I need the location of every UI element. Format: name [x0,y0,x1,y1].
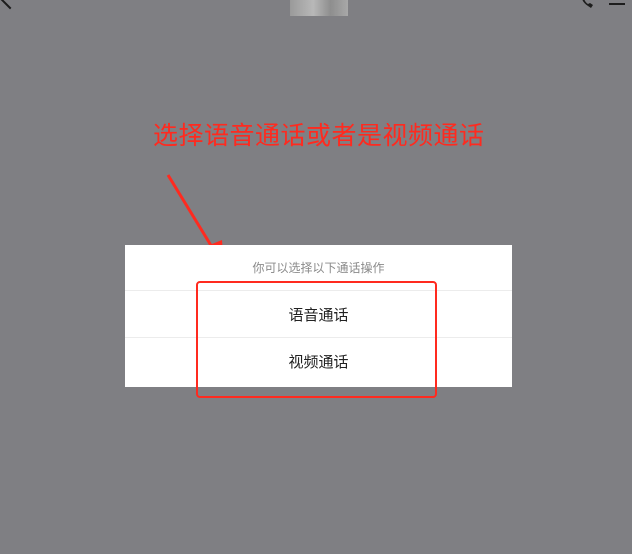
chat-screen-overlay: 选择语音通话或者是视频通话 你可以选择以下通话操作 语音通话 视频通话 [0,0,632,554]
phone-icon[interactable] [580,0,594,8]
avatar [290,0,348,16]
video-call-option[interactable]: 视频通话 [125,339,512,385]
menu-icon[interactable] [609,0,625,8]
call-action-sheet: 你可以选择以下通话操作 语音通话 视频通话 [125,245,512,387]
sheet-title: 你可以选择以下通话操作 [125,245,512,291]
chevron-left-icon[interactable] [0,0,22,10]
voice-call-option[interactable]: 语音通话 [125,292,512,338]
annotation-text: 选择语音通话或者是视频通话 [153,121,485,150]
